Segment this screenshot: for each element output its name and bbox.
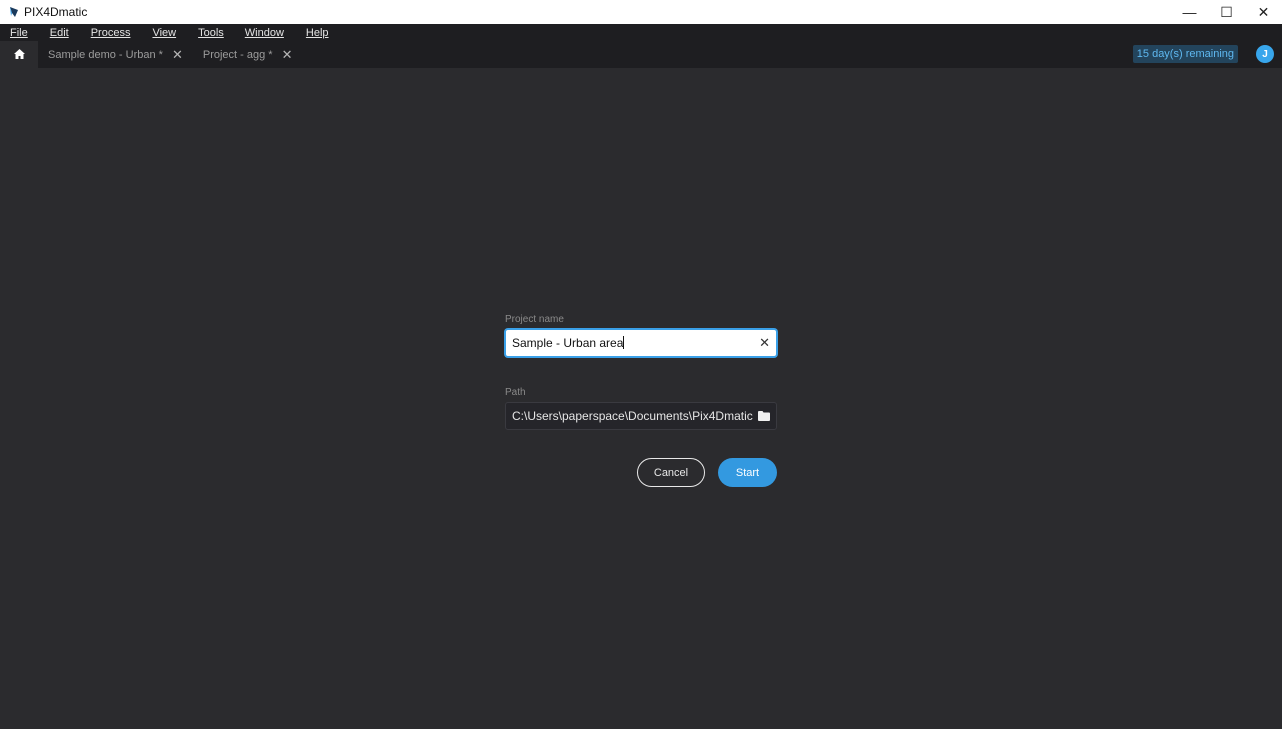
minimize-button[interactable]: — — [1171, 0, 1208, 24]
project-name-label: Project name — [505, 314, 564, 325]
folder-icon[interactable] — [758, 411, 770, 421]
close-window-button[interactable]: ✕ — [1245, 0, 1282, 24]
tab-label: Project - agg * — [202, 48, 273, 61]
new-project-form: Project name Sample - Urban area ✕ Path … — [505, 314, 777, 487]
maximize-button[interactable]: ☐ — [1208, 0, 1245, 24]
path-field[interactable]: C:\Users\paperspace\Documents\Pix4Dmatic — [505, 402, 777, 430]
tab-bar: Sample demo - Urban * ✕ Project - agg * … — [0, 41, 1282, 68]
form-actions: Cancel Start — [505, 458, 777, 487]
clear-icon[interactable]: ✕ — [759, 335, 770, 351]
path-input[interactable]: C:\Users\paperspace\Documents\Pix4Dmatic — [512, 409, 753, 423]
menu-edit[interactable]: Edit — [50, 27, 69, 39]
window-titlebar: PIX4Dmatic — ☐ ✕ — [0, 0, 1282, 24]
close-tab-icon[interactable]: ✕ — [172, 48, 183, 61]
text-caret — [623, 336, 625, 349]
tab-project-agg[interactable]: Project - agg * ✕ — [193, 41, 303, 68]
cancel-button[interactable]: Cancel — [637, 458, 705, 487]
window-controls: — ☐ ✕ — [1171, 0, 1282, 24]
home-icon — [13, 46, 25, 64]
trial-remaining-badge[interactable]: 15 day(s) remaining — [1132, 45, 1238, 63]
menu-process[interactable]: Process — [91, 27, 131, 39]
window-title: PIX4Dmatic — [24, 5, 88, 19]
path-label: Path — [505, 387, 526, 398]
project-name-field[interactable]: Sample - Urban area ✕ — [505, 329, 777, 357]
start-button[interactable]: Start — [718, 458, 777, 487]
tab-label: Sample demo - Urban * — [48, 48, 163, 61]
menu-file[interactable]: File — [10, 27, 28, 39]
menu-view[interactable]: View — [152, 27, 176, 39]
tab-home[interactable] — [0, 41, 38, 68]
pix4d-logo-icon — [8, 6, 20, 18]
menu-tools[interactable]: Tools — [198, 27, 224, 39]
menu-window[interactable]: Window — [245, 27, 284, 39]
user-avatar[interactable]: J — [1256, 45, 1274, 63]
tab-sample-demo-urban[interactable]: Sample demo - Urban * ✕ — [38, 41, 193, 68]
project-name-input[interactable]: Sample - Urban area — [512, 336, 623, 350]
menu-bar: File Edit Process View Tools Window Help — [0, 24, 1282, 41]
menu-help[interactable]: Help — [306, 27, 329, 39]
close-tab-icon[interactable]: ✕ — [282, 48, 293, 61]
